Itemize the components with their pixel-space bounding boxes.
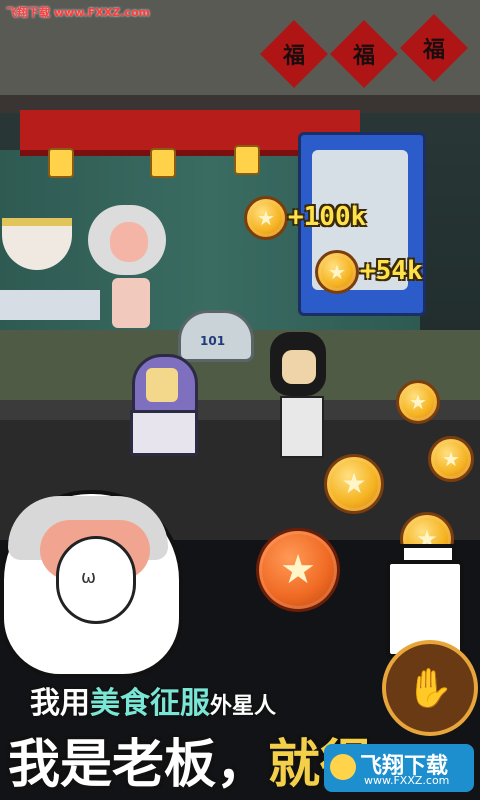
fu-sign-text: 福 — [422, 38, 445, 63]
star-coin-icon[interactable]: ★ — [324, 454, 384, 514]
bonus-text: +100k — [288, 202, 367, 232]
slogan-1-part2: 外星人 — [210, 694, 277, 719]
nurse-customer-face — [282, 350, 316, 384]
fu-sign: 福 — [330, 20, 398, 88]
nurse-customer-body — [280, 396, 324, 458]
watermark-top: 飞翔下载 www.FXXZ.com — [6, 6, 150, 19]
slogan-1-highlight: 美食征服 — [90, 686, 210, 721]
slogan-1-part1: 我用 — [30, 686, 90, 721]
star-coin-icon[interactable]: ★ — [396, 380, 440, 424]
watermark-url: www.FXXZ.com — [364, 774, 450, 787]
fu-sign: 福 — [260, 20, 328, 88]
watermark-bottom: 飞翔下载 www.FXXZ.com — [324, 744, 474, 792]
boss-granny-mouth: ω — [56, 536, 136, 624]
slogan-line-2: 我是老板，就得 — [8, 722, 372, 797]
granny-chef-face — [110, 222, 148, 262]
alien-customer-body — [130, 410, 198, 456]
star-coin-icon[interactable]: ★ — [256, 528, 340, 612]
robot-label: 101 — [200, 334, 226, 348]
star-coin-icon[interactable]: ★ — [428, 436, 474, 482]
game-screen[interactable]: 福 福 福 101 ★ +100k ★ +54k ★ ★ ★ ★ ★ ω ✋ 我… — [0, 0, 480, 800]
hand-tap-icon: ✋ — [406, 665, 454, 710]
lantern-icon — [48, 148, 74, 178]
watermark-logo-icon — [330, 754, 356, 780]
lantern-icon — [150, 148, 176, 178]
face-symbol: ω — [81, 567, 97, 588]
fu-sign: 福 — [400, 14, 468, 82]
fu-sign-text: 福 — [282, 44, 305, 69]
bonus-text: +54k — [360, 256, 423, 286]
star-coin-icon[interactable]: ★ — [315, 250, 359, 294]
slogan-2-part1: 我是老板， — [8, 735, 269, 795]
alien-customer-face — [146, 368, 178, 402]
tap-button[interactable]: ✋ — [382, 640, 478, 736]
dining-table — [0, 290, 100, 320]
granny-chef-body — [112, 278, 150, 328]
fu-sign-text: 福 — [352, 44, 375, 69]
star-coin-icon[interactable]: ★ — [244, 196, 288, 240]
lantern-icon — [234, 145, 260, 175]
slogan-line-1: 我用美食征服外星人 — [30, 678, 276, 722]
